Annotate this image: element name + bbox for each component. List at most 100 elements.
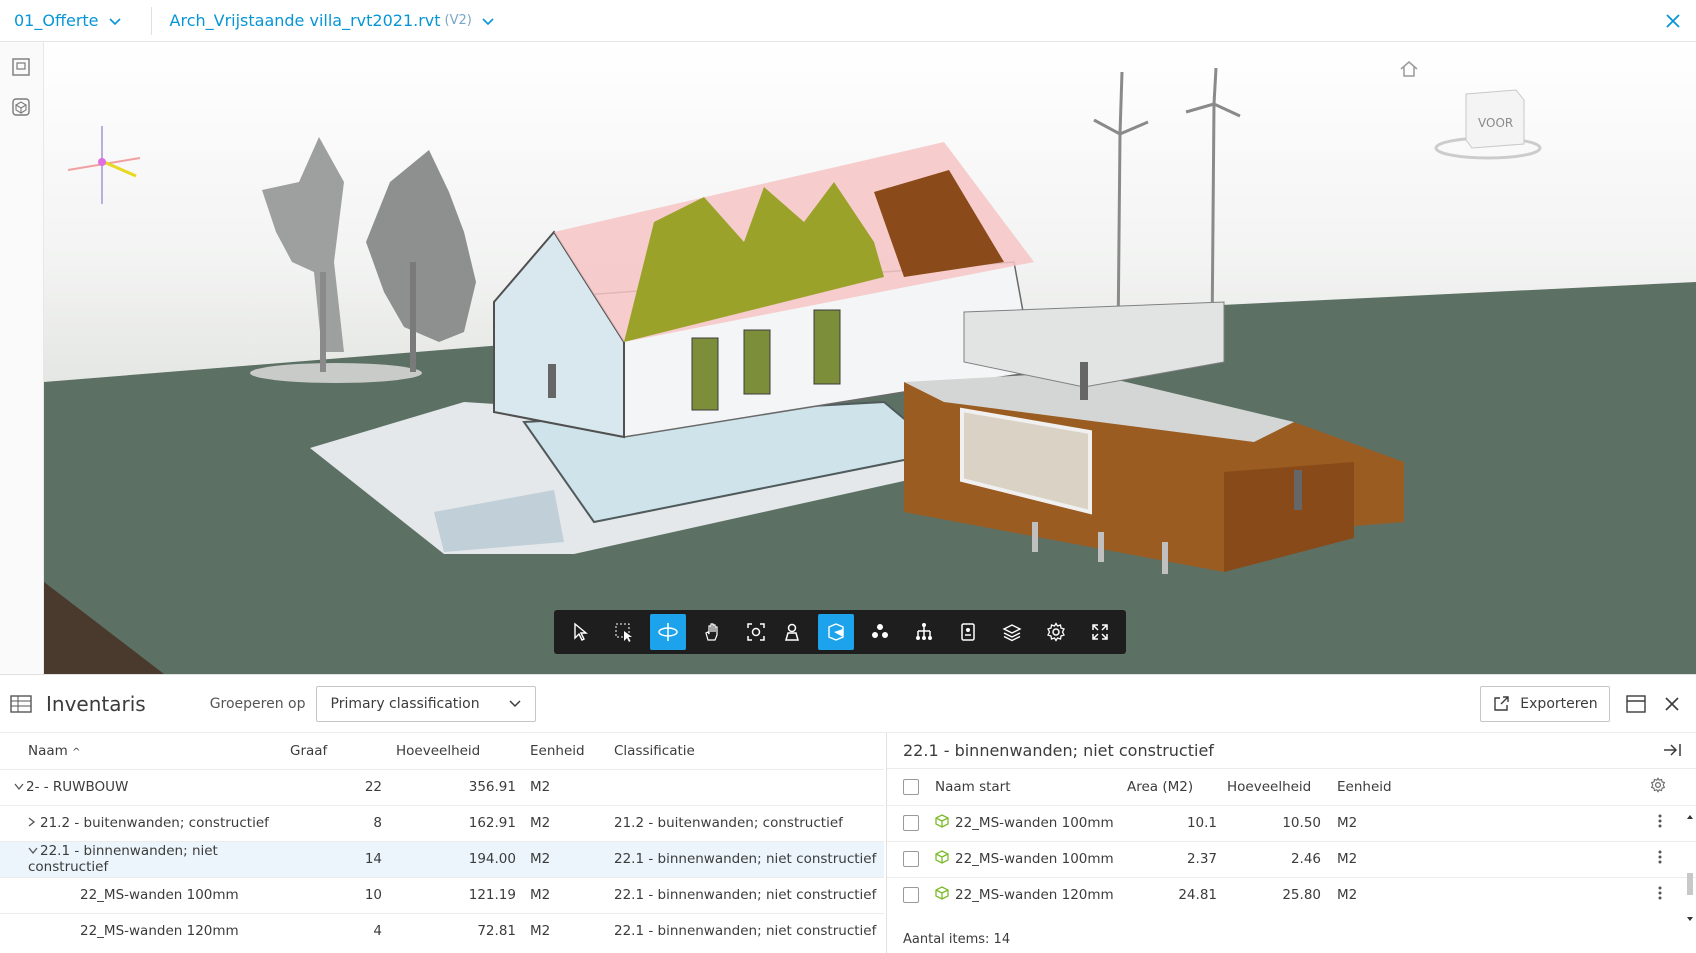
table-row[interactable]: 22.1 - binnenwanden; niet constructief 14… (0, 840, 884, 877)
element-cube-icon (935, 814, 949, 832)
expand-toggle-icon[interactable] (28, 815, 40, 831)
pan-button[interactable] (694, 614, 730, 650)
chevron-down-icon (108, 11, 121, 30)
home-icon (1400, 61, 1418, 77)
row-unit: M2 (1331, 876, 1421, 913)
expand-toggle-icon[interactable] (28, 843, 40, 859)
settings-button[interactable] (1038, 614, 1074, 650)
orbit-button[interactable] (650, 614, 686, 650)
expand-toggle-icon[interactable] (14, 779, 26, 795)
row-area: 10.1 (1127, 804, 1227, 841)
row-checkbox[interactable] (903, 851, 919, 867)
row-classification: 22.1 - binnenwanden; niet constructief (610, 912, 884, 949)
layers-button[interactable] (994, 614, 1030, 650)
row-unit: M2 (530, 912, 610, 949)
model-browser-icon (916, 623, 932, 640)
table-row[interactable]: 22_MS-wanden 120mm 4 72.81 M2 22.1 - binnenw… (0, 912, 884, 949)
detail-title: 22.1 - binnenwanden; niet constructief (887, 733, 1696, 769)
folder-selector[interactable]: 01_Offerte (0, 0, 139, 42)
column-settings-button[interactable] (1421, 769, 1696, 805)
close-viewer-button[interactable] (1660, 8, 1686, 34)
home-view-button[interactable] (1398, 58, 1420, 80)
detail-table: 22.1 - binnenwanden; niet constructief N… (886, 733, 1696, 953)
row-count: 4 (290, 912, 396, 949)
row-name: 22_MS-wanden 100mm (955, 851, 1114, 867)
inventory-panel: Inventaris Groeperen op Primary classifi… (0, 674, 1696, 953)
select-all-checkbox[interactable] (903, 778, 919, 795)
panel-layout-icon (1626, 695, 1646, 713)
box-select-button[interactable] (606, 614, 642, 650)
model-browser-button[interactable] (906, 614, 942, 650)
row-checkbox[interactable] (903, 815, 919, 831)
close-icon (1665, 697, 1679, 711)
row-menu-button[interactable] (1421, 840, 1696, 877)
column-header-quantity[interactable]: Hoeveelheid (396, 733, 530, 769)
sheets-button[interactable] (6, 52, 36, 82)
row-quantity: 2.46 (1227, 840, 1331, 877)
row-unit: M2 (1331, 840, 1421, 877)
row-classification: 21.2 - buitenwanden; constructief (610, 804, 884, 841)
sort-ascending-icon: ^ (72, 746, 81, 758)
collapse-panel-button[interactable] (1662, 742, 1682, 762)
close-icon (1666, 14, 1680, 28)
table-icon (10, 693, 32, 715)
column-header-unit[interactable]: Eenheid (530, 733, 610, 769)
element-cube-icon (935, 886, 949, 904)
table-row[interactable]: 22_MS-wanden 120mm 24.81 25.80 M2 (887, 876, 1696, 913)
row-quantity: 121.19 (396, 876, 530, 913)
explode-button[interactable] (862, 614, 898, 650)
close-panel-button[interactable] (1660, 692, 1684, 716)
row-count: 10 (290, 876, 396, 913)
more-vertical-icon (1658, 850, 1662, 864)
table-row[interactable]: 22_MS-wanden 100mm 10.1 10.50 M2 (887, 804, 1696, 841)
file-selector[interactable]: Arch_Vrijstaande villa_rvt2021.rvt (V2) (170, 0, 512, 42)
table-row[interactable]: 2- - RUWBOUW 22 356.91 M2 (0, 768, 884, 805)
layers-icon (1002, 624, 1022, 642)
row-unit: M2 (530, 768, 610, 805)
axis-gizmo (67, 126, 141, 204)
column-header-count[interactable]: Graaf (290, 733, 396, 769)
fullscreen-button[interactable] (1082, 614, 1118, 650)
more-vertical-icon (1658, 814, 1662, 828)
column-header-name-start[interactable]: Naam start (927, 769, 1127, 805)
dock-panel-button[interactable] (1624, 692, 1648, 716)
row-unit: M2 (1331, 804, 1421, 841)
settings-icon (1047, 622, 1065, 642)
first-person-button[interactable] (774, 614, 810, 650)
view-cube-face: VOOR (1478, 116, 1514, 130)
3d-viewport[interactable]: VOOR (44, 42, 1696, 674)
explode-icon (872, 624, 888, 638)
file-name: Arch_Vrijstaande villa_rvt2021.rvt (169, 11, 441, 30)
table-row[interactable]: 22_MS-wanden 100mm 10 121.19 M2 22.1 - binne… (0, 876, 884, 913)
row-classification (610, 768, 884, 805)
view-cube[interactable]: VOOR (1432, 82, 1542, 162)
select-button[interactable] (562, 614, 598, 650)
section-button[interactable] (818, 614, 854, 650)
group-by-select[interactable]: Primary classification (315, 685, 536, 722)
row-count: 8 (290, 804, 396, 841)
left-rail (0, 42, 44, 674)
collapse-right-icon (1664, 744, 1681, 756)
table-row[interactable]: 21.2 - buitenwanden; constructief 8 162.91… (0, 804, 884, 841)
settings-icon (1650, 776, 1666, 793)
scrollbar[interactable] (1686, 813, 1694, 923)
column-header-quantity[interactable]: Hoeveelheid (1227, 769, 1331, 805)
row-unit: M2 (530, 840, 610, 877)
column-header-area[interactable]: Area (M2) (1127, 769, 1227, 805)
row-menu-button[interactable] (1421, 804, 1696, 841)
table-row[interactable]: 22_MS-wanden 100mm 2.37 2.46 M2 (887, 840, 1696, 877)
orbit-icon (658, 623, 678, 641)
divider (150, 6, 152, 35)
row-menu-button[interactable] (1421, 876, 1696, 913)
chevron-down-icon (508, 699, 521, 707)
export-button[interactable]: Exporteren (1480, 686, 1610, 722)
row-checkbox[interactable] (903, 887, 919, 904)
row-classification: 22.1 - binnenwanden; niet constructief (610, 876, 884, 913)
column-header-unit[interactable]: Eenheid (1331, 769, 1421, 805)
column-header-name[interactable]: Naam ^ (0, 733, 290, 769)
settings-toolbar (898, 610, 1126, 654)
column-header-classification[interactable]: Classificatie (610, 733, 884, 769)
more-vertical-icon (1658, 886, 1662, 900)
properties-button[interactable] (950, 614, 986, 650)
models-button[interactable] (6, 92, 36, 122)
